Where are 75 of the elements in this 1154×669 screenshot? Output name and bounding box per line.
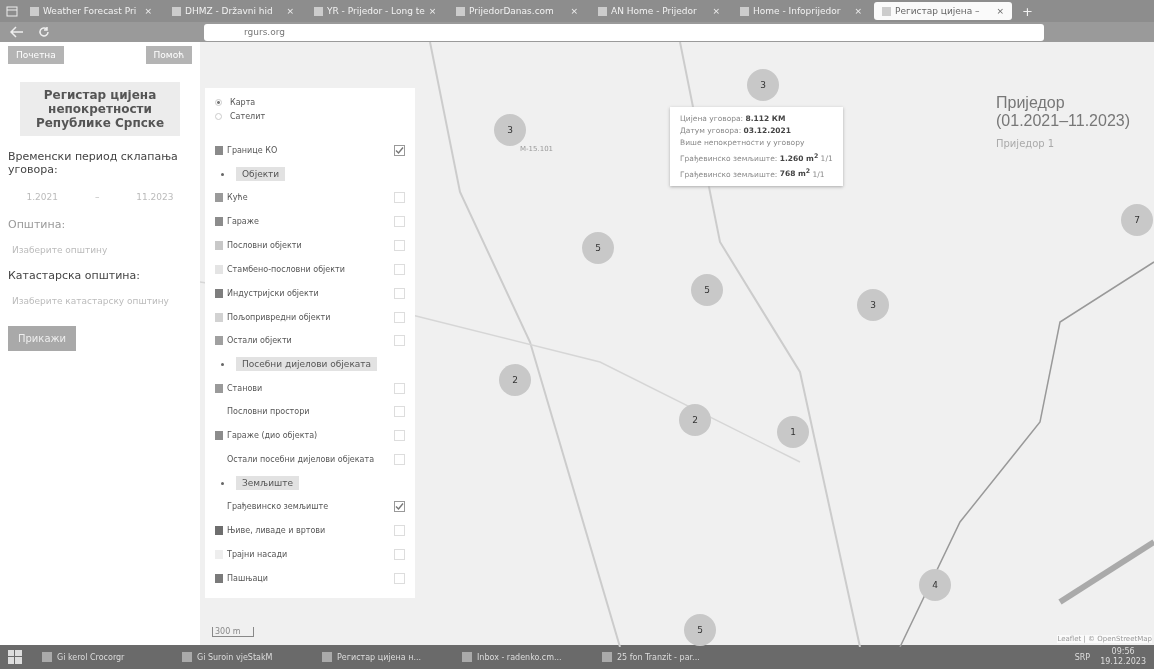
layer-label: Пољопривредни објекти [227,312,331,322]
date-separator: – [93,191,101,204]
close-tab-icon[interactable]: × [286,6,294,16]
layer-label: Гараже (дио објекта) [227,431,318,441]
layer-label: Пословни простори [227,407,310,417]
taskbar-item[interactable]: Gi kerol Crocorgr [32,652,162,662]
clock-time: 09:56 [1111,647,1135,657]
taskbar-item[interactable]: Gi Suroin vjeStakM [172,652,302,662]
layer-label: Границе КО [227,146,278,156]
app-title: Регистар цијена непокретности Републике Српске [20,82,180,136]
layer-checkbox[interactable] [394,501,405,513]
bullet-icon [221,172,224,176]
taskbar-item[interactable]: 25 fon Tranzit - par... [592,652,722,662]
new-tab-button[interactable]: + [1016,3,1039,19]
layer-label: Њиве, ливаде и вртови [227,526,326,535]
layer-label: Остали објекти [227,336,292,346]
bullet-icon [221,481,224,485]
cluster-marker[interactable]: 3 [494,114,526,146]
address-bar[interactable]: rgurs.org [204,23,1044,41]
layer-label: Пословни објекти [227,241,302,250]
browser-tab[interactable]: PrijedorDanas.com × [448,2,586,20]
layer-label: Пашњаци [227,573,268,583]
layer-label: Стамбено-пословни објекти [227,264,345,274]
layer-group-heading: Земљиште [236,476,300,491]
cluster-marker[interactable]: 2 [499,364,531,396]
layer-group-heading: Посебни дијелови објеката [236,357,378,372]
browser-tab[interactable]: Home - Infoprijedor × [732,2,870,20]
close-tab-icon[interactable]: × [428,6,437,16]
cluster-marker[interactable]: 3 [857,289,889,321]
municipality-label: Општина: [8,218,67,231]
place-title: Приједор [996,94,1066,112]
browser-tab[interactable]: Регистар цијена – × [874,2,1012,20]
layer-label: Остали посебни дијелови објеката [227,455,375,464]
taskbar-item[interactable]: Регистар цијена н... [312,652,442,662]
cluster-marker[interactable]: 4 [919,569,951,601]
close-tab-icon[interactable]: × [712,6,720,16]
layer-label: Трајни насади [227,549,288,559]
layer-checkbox[interactable] [394,145,405,157]
close-tab-icon[interactable]: × [996,6,1004,16]
cadastral-label: Катастарска општина: [8,269,141,282]
scale-bar: 300 m [212,627,254,637]
layer-label: Гараже [227,217,259,227]
close-tab-icon[interactable]: × [144,6,152,16]
browser-tab[interactable]: YR - Prijedor - Long te × [306,2,444,20]
language-indicator[interactable]: SRP [1074,652,1091,662]
layer-group-heading: Објекти [236,167,286,182]
browser-tab[interactable]: AN Home - Prijedor × [590,2,728,20]
back-icon[interactable] [10,26,24,38]
reload-icon[interactable] [38,26,50,38]
cluster-marker[interactable]: 5 [684,614,716,646]
cluster-marker[interactable]: 1 [777,416,809,448]
close-tab-icon[interactable]: × [570,6,578,16]
place-subtitle: Приједор 1 [996,138,1056,149]
browser-tab[interactable]: Weather Forecast Pri × [22,2,160,20]
layer-label: Станови [227,383,263,393]
taskbar-item[interactable]: Inbox - radenko.cm... [452,652,582,662]
tab-list-icon[interactable] [6,5,18,17]
place-period: (01.2021–11.2023) [996,112,1131,130]
period-label: Временски период склапања уговора: [8,150,179,176]
cluster-marker[interactable]: 2 [679,404,711,436]
bullet-icon [221,362,224,366]
layer-label: Грађевинско земљиште [227,502,329,512]
start-icon[interactable] [8,650,22,664]
cluster-marker[interactable]: 5 [582,232,614,264]
cluster-marker[interactable]: 7 [1121,204,1153,236]
cluster-marker[interactable]: 3 [747,69,779,101]
clock-date: 19.12.2023 [1100,657,1146,667]
browser-tab[interactable]: DHMZ - Državni hid × [164,2,302,20]
radio-button[interactable] [215,99,222,107]
close-tab-icon[interactable]: × [854,6,862,16]
base-layer-label: Карта [230,98,256,108]
base-layer-label: Сателит [230,111,266,121]
layer-label: Куће [227,193,248,203]
cluster-marker[interactable]: 5 [691,274,723,306]
layer-label: Индустријски објекти [227,288,319,298]
